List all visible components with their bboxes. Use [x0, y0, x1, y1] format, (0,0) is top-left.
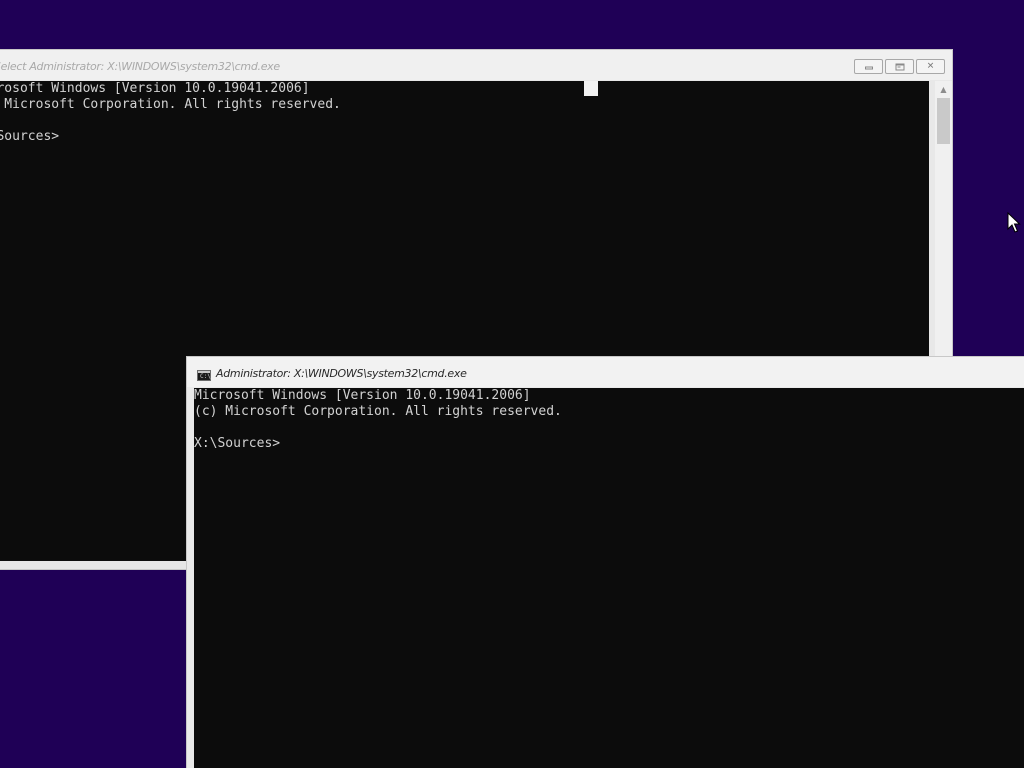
console-line: Microsoft Windows [Version 10.0.19041.20… — [194, 388, 531, 403]
titlebar[interactable]: Select Administrator: X:\WINDOWS\system3… — [0, 50, 952, 80]
text-cursor — [584, 81, 598, 96]
cmd-icon-text: C:\ — [200, 373, 211, 380]
chevron-up-icon[interactable]: ▲ — [935, 81, 952, 98]
minimize-button[interactable] — [854, 59, 883, 74]
desktop: Select Administrator: X:\WINDOWS\system3… — [0, 0, 1024, 768]
cmd-window-foreground[interactable]: C:\ Administrator: X:\WINDOWS\system32\c… — [187, 357, 1024, 768]
window-title: Select Administrator: X:\WINDOWS\system3… — [0, 60, 280, 73]
cmd-icon[interactable]: C:\ — [197, 370, 211, 381]
scroll-thumb[interactable] — [937, 98, 950, 144]
titlebar[interactable]: C:\ Administrator: X:\WINDOWS\system32\c… — [187, 357, 1024, 387]
console-line: X:\Sources> — [0, 129, 60, 144]
maximize-icon — [895, 63, 904, 70]
caption-buttons: ✕ — [854, 59, 945, 74]
maximize-button[interactable] — [885, 59, 914, 74]
console-text: Microsoft Windows [Version 10.0.19041.20… — [0, 81, 341, 145]
console-line: X:\Sources> — [194, 436, 281, 451]
close-button[interactable]: ✕ — [916, 59, 945, 74]
console-line: Microsoft Windows [Version 10.0.19041.20… — [0, 81, 310, 96]
console-output[interactable]: Microsoft Windows [Version 10.0.19041.20… — [194, 388, 1024, 768]
console-line: (c) Microsoft Corporation. All rights re… — [194, 404, 562, 419]
mouse-pointer-icon — [1007, 212, 1021, 233]
console-text: Microsoft Windows [Version 10.0.19041.20… — [194, 388, 562, 452]
minimize-icon — [864, 66, 873, 70]
close-icon: ✕ — [926, 61, 935, 71]
window-title: Administrator: X:\WINDOWS\system32\cmd.e… — [216, 367, 467, 380]
console-line: (c) Microsoft Corporation. All rights re… — [0, 97, 341, 112]
